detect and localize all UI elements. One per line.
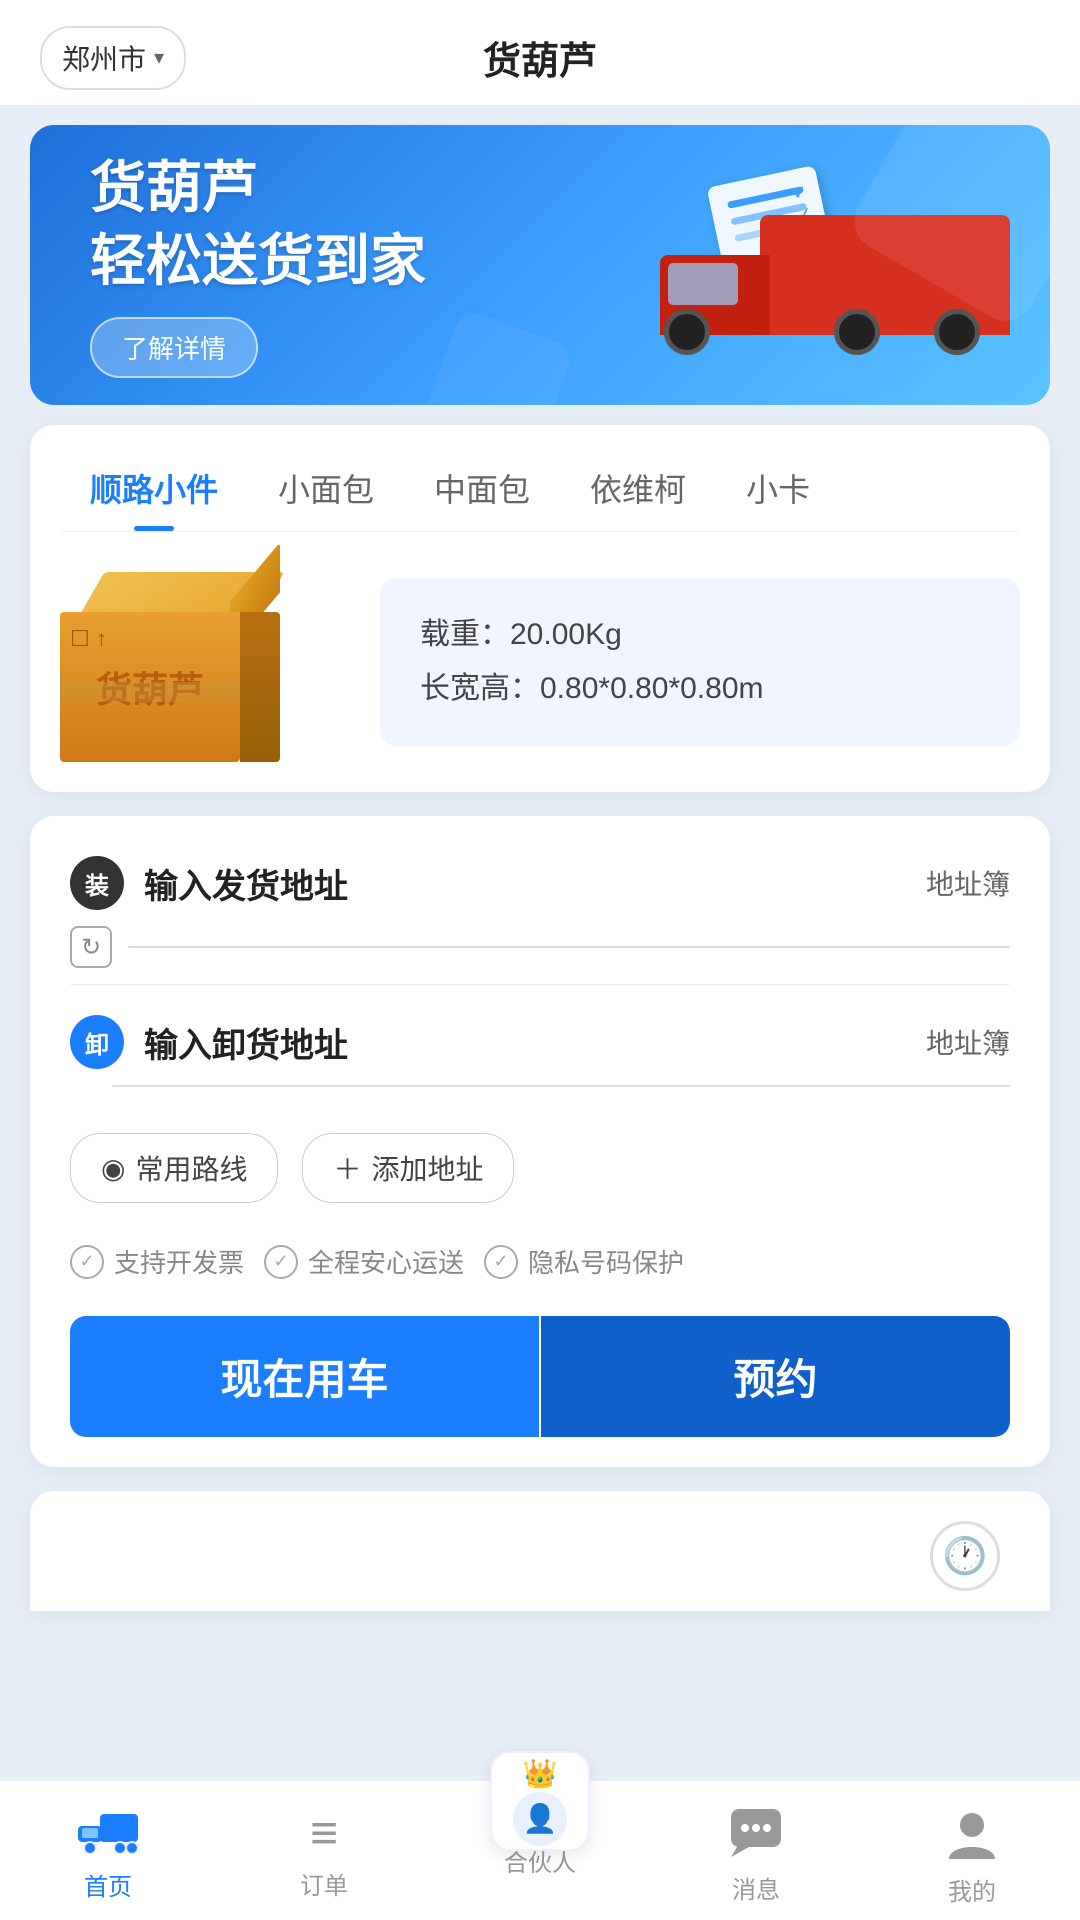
city-name: 郑州市 [62, 38, 146, 78]
profile-icon [945, 1805, 999, 1864]
clock-icon: 🕐 [930, 1521, 1000, 1591]
feature-safe-delivery: ✓ 全程安心运送 [264, 1243, 464, 1280]
vehicle-tabs: 顺路小件 小面包 中面包 依维柯 小卡 [60, 455, 1020, 532]
tab-依维柯[interactable]: 依维柯 [560, 455, 716, 531]
features-row: ✓ 支持开发票 ✓ 全程安心运送 ✓ 隐私号码保护 [70, 1243, 1010, 1280]
tab-中面包[interactable]: 中面包 [404, 455, 560, 531]
tab-小面包[interactable]: 小面包 [248, 455, 404, 531]
location-pin-icon: ◉ [101, 1152, 125, 1185]
plus-icon: ＋ [333, 1148, 361, 1188]
nav-item-partner[interactable]: 👑 👤 合伙人 [432, 1791, 648, 1920]
check-icon-safe: ✓ [264, 1245, 298, 1279]
add-address-button[interactable]: ＋ 添加地址 [302, 1133, 514, 1203]
chevron-down-icon: ▾ [154, 45, 164, 70]
partner-badge: 👑 👤 [490, 1751, 590, 1851]
load-address-row: 装 输入发货地址 地址簿 [70, 856, 1010, 910]
feature-privacy: ✓ 隐私号码保护 [484, 1243, 684, 1280]
nav-label-messages: 消息 [732, 1870, 780, 1905]
feature-invoice: ✓ 支持开发票 [70, 1243, 244, 1280]
loop-icon: ↻ [70, 926, 112, 968]
partial-bottom-card: 🕐 [30, 1491, 1050, 1611]
nav-item-orders[interactable]: ≡ 订单 [216, 1791, 432, 1920]
unload-icon: 卸 [70, 1015, 124, 1069]
nav-item-messages[interactable]: 消息 [648, 1791, 864, 1920]
header: 郑州市 ▾ 货葫芦 [0, 0, 1080, 105]
unload-input-line[interactable] [112, 1085, 1010, 1087]
nav-label-mine: 我的 [948, 1872, 996, 1907]
address-card: 装 输入发货地址 地址簿 ↻ 卸 输入卸货地址 地址簿 ◉ 常用路线 ＋ 添加地… [30, 816, 1050, 1467]
nav-label-home: 首页 [84, 1867, 132, 1902]
tab-小卡[interactable]: 小卡 [716, 455, 840, 531]
banner: 货葫芦 轻松送货到家 了解详情 ✓ ✓ ✓ [30, 125, 1050, 405]
action-buttons: 现在用车 预约 [70, 1316, 1010, 1437]
home-truck-icon [76, 1810, 140, 1859]
unload-input-row[interactable] [70, 1085, 1010, 1103]
check-icon-privacy: ✓ [484, 1245, 518, 1279]
reserve-button[interactable]: 预约 [541, 1316, 1010, 1437]
box-illustration: 货葫芦 ☐ ↑ [60, 562, 340, 762]
load-input-line[interactable] [128, 946, 1010, 948]
spec-weight: 载重：20.00Kg [420, 608, 980, 662]
vehicle-card: 顺路小件 小面包 中面包 依维柯 小卡 货葫芦 ☐ ↑ [30, 425, 1050, 792]
load-address-book[interactable]: 地址簿 [926, 863, 1010, 903]
unload-address-row: 卸 输入卸货地址 地址簿 [70, 1015, 1010, 1069]
use-now-button[interactable]: 现在用车 [70, 1316, 539, 1437]
nav-item-mine[interactable]: 我的 [864, 1791, 1080, 1920]
nav-label-orders: 订单 [300, 1866, 348, 1901]
quick-actions: ◉ 常用路线 ＋ 添加地址 [70, 1133, 1010, 1203]
vehicle-specs: 载重：20.00Kg 长宽高：0.80*0.80*0.80m [380, 578, 1020, 746]
check-icon-invoice: ✓ [70, 1245, 104, 1279]
vehicle-content: 货葫芦 ☐ ↑ 载重：20.00Kg 长宽高：0.80*0.80*0.80m [60, 562, 1020, 762]
load-input-row[interactable]: ↻ [70, 926, 1010, 985]
messages-icon-wrap [729, 1807, 783, 1862]
partner-person-icon: 👤 [513, 1792, 567, 1846]
load-address-label: 输入发货地址 [144, 859, 926, 908]
unload-address-label: 输入卸货地址 [144, 1018, 926, 1067]
unload-address-book[interactable]: 地址簿 [926, 1022, 1010, 1062]
banner-detail-button[interactable]: 了解详情 [90, 317, 258, 378]
tab-顺路小件[interactable]: 顺路小件 [60, 455, 248, 531]
orders-icon: ≡ [310, 1810, 338, 1858]
crown-icon: 👑 [523, 1757, 558, 1790]
banner-text: 货葫芦 轻松送货到家 了解详情 [30, 125, 486, 405]
common-routes-button[interactable]: ◉ 常用路线 [70, 1133, 278, 1203]
app-title: 货葫芦 [483, 30, 597, 85]
load-icon: 装 [70, 856, 124, 910]
city-selector[interactable]: 郑州市 ▾ [40, 26, 186, 90]
banner-title: 货葫芦 轻松送货到家 [90, 152, 426, 298]
nav-item-home[interactable]: 首页 [0, 1791, 216, 1920]
bottom-nav: 首页 ≡ 订单 👑 👤 合伙人 消息 [0, 1780, 1080, 1920]
spec-dimensions: 长宽高：0.80*0.80*0.80m [420, 662, 980, 716]
